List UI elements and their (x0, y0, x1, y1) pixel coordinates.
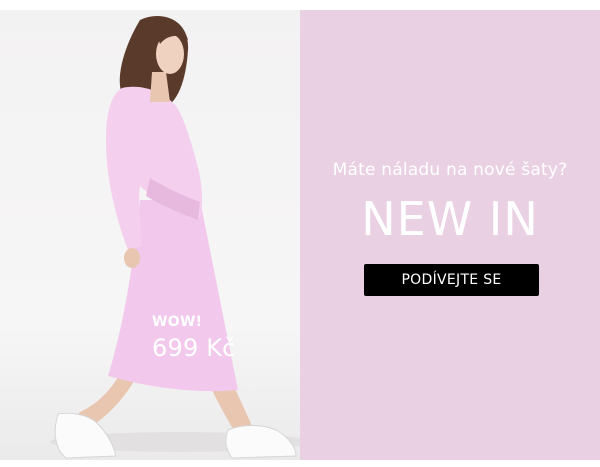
price-label: 699 Kč (152, 334, 236, 362)
shop-now-button[interactable]: PODÍVEJTE SE (364, 264, 539, 296)
promo-panel: Máte náladu na nové šaty? NEW IN PODÍVEJ… (300, 10, 600, 460)
promo-headline: NEW IN (361, 192, 539, 246)
model-illustration (50, 15, 300, 459)
promo-subtitle: Máte náladu na nové šaty? (332, 160, 568, 180)
model-photo[interactable]: WOW! 699 Kč (0, 10, 300, 460)
badge-label: WOW! (152, 314, 203, 330)
promo-banner[interactable]: WOW! 699 Kč Máte náladu na nové šaty? NE… (0, 10, 600, 460)
price-badge: WOW! 699 Kč (152, 314, 236, 362)
